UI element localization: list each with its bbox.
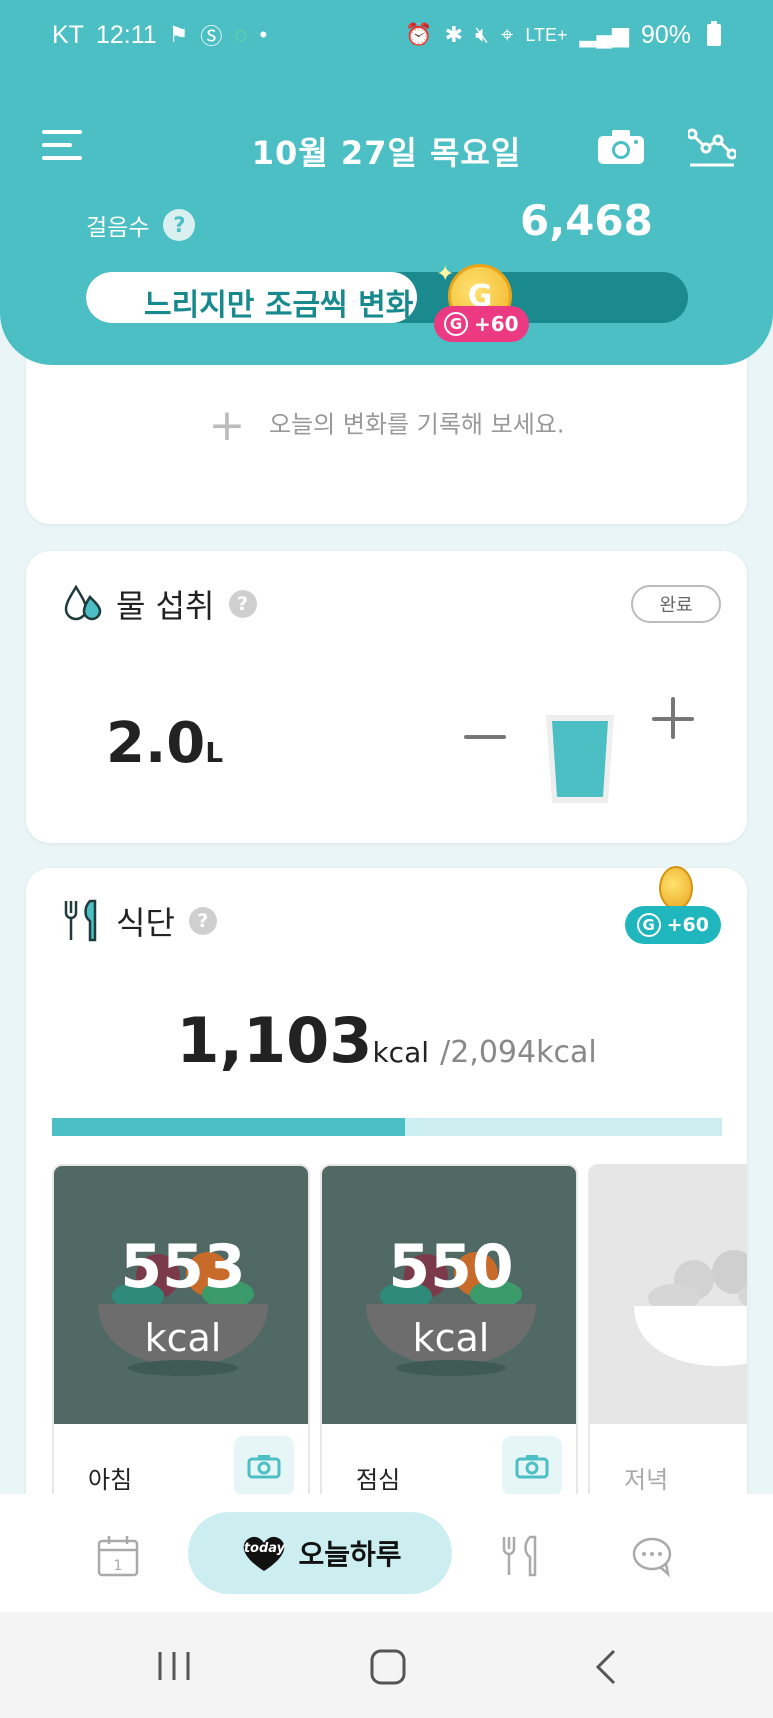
goal-kcal: /2,094kcal <box>440 1035 597 1070</box>
heart-icon: today <box>238 1533 290 1573</box>
meal-photo[interactable]: 553 kcal <box>54 1166 308 1424</box>
meal-title-text: 식단 <box>116 904 175 942</box>
chat-icon[interactable] <box>630 1534 674 1578</box>
meal-card-breakfast[interactable]: 553 kcal 아침 <box>52 1164 310 1548</box>
sparkle-icon: ✦ <box>436 262 455 287</box>
network-label: LTE+ <box>525 24 568 45</box>
recent-apps-button[interactable] <box>154 1648 194 1684</box>
meal-camera-button[interactable] <box>502 1436 562 1496</box>
camera-icon <box>247 1455 281 1479</box>
water-done-button[interactable]: 완료 <box>631 585 721 623</box>
reward-badge[interactable]: G +60 <box>434 306 529 342</box>
carrier-label: KT <box>52 20 84 49</box>
meal-card: 식단 ? G +60 1,103kcal /2,094kcal 553 kcal… <box>26 866 747 1548</box>
diary-prompt[interactable]: + 오늘의 변화를 기록해 보세요. <box>26 400 747 451</box>
camera-icon <box>515 1455 549 1479</box>
meal-help-icon[interactable]: ? <box>188 907 217 935</box>
diary-prompt-text: 오늘의 변화를 기록해 보세요. <box>269 410 565 439</box>
home-button[interactable] <box>368 1648 408 1686</box>
status-bar: KT 12:11 ⚑ Ⓢ ◌ • ⏰ ✱ 🔇︎ ⌖ LTE+ ▂▄▆ 90% <box>0 0 773 70</box>
meal-list: 553 kcal 아침 550 kcal 점심 저녁 <box>52 1164 747 1548</box>
water-cup-icon[interactable] <box>544 713 616 805</box>
kcal-progress-bar <box>52 1118 722 1136</box>
water-title-text: 물 섭취 <box>116 587 215 625</box>
meal-kcal-unit: kcal <box>412 1316 490 1360</box>
water-increase-button[interactable] <box>652 697 696 741</box>
clock: 12:11 <box>95 20 157 49</box>
water-help-icon[interactable]: ? <box>228 590 257 618</box>
meal-camera-button[interactable] <box>234 1436 294 1496</box>
goal-text: 느리지만 조금씩 변화 <box>144 288 414 323</box>
meal-photo[interactable]: 550 kcal <box>322 1166 576 1424</box>
water-decrease-button[interactable] <box>464 715 510 761</box>
fork-knife-icon <box>64 899 97 942</box>
meal-title: 식단 ? <box>62 898 217 944</box>
back-button[interactable] <box>592 1648 622 1686</box>
goal-progress-bar: 느리지만 조금씩 변화 <box>86 272 688 323</box>
tab-today-label: 오늘하루 <box>298 1538 402 1571</box>
calendar-day: 1 <box>114 1558 123 1574</box>
bottom-nav: 1 today 오늘하루 <box>0 1494 773 1612</box>
steps-count: 6,468 <box>520 196 653 245</box>
mute-icon: 🔇︎ <box>475 22 489 47</box>
meal-card-dinner[interactable]: 저녁 <box>588 1164 747 1548</box>
meal-card-lunch[interactable]: 550 kcal 점심 <box>320 1164 578 1548</box>
battery-icon <box>707 21 721 46</box>
steps-help-icon[interactable]: ? <box>163 209 196 241</box>
more-dot-icon: • <box>259 22 268 47</box>
water-amount: 2.0L <box>106 711 223 776</box>
coin-icon <box>659 866 693 910</box>
steps-label: 걸음수 ? <box>86 208 196 242</box>
kcal-summary: 1,103kcal /2,094kcal <box>26 1004 747 1077</box>
meal-reward-amount: +60 <box>666 914 709 936</box>
sync-icon: ◌ <box>234 22 248 47</box>
fork-knife-icon[interactable] <box>498 1534 542 1578</box>
header: KT 12:11 ⚑ Ⓢ ◌ • ⏰ ✱ 🔇︎ ⌖ LTE+ ▂▄▆ 90% 1… <box>0 0 773 365</box>
empty-bowl-icon <box>634 1250 747 1366</box>
today-badge: today <box>243 1541 286 1556</box>
add-icon: + <box>208 400 246 451</box>
water-amount-value: 2.0 <box>106 711 206 776</box>
location-icon: ⌖ <box>500 22 514 47</box>
alarm-icon: ⏰ <box>405 22 433 47</box>
steps-label-text: 걸음수 <box>86 215 150 241</box>
graph-icon[interactable] <box>688 128 736 168</box>
tab-today[interactable]: today 오늘하루 <box>188 1512 452 1594</box>
g-point-icon: G <box>444 312 468 336</box>
eaten-kcal-unit: kcal <box>372 1036 429 1069</box>
battery-percent: 90% <box>640 20 691 49</box>
g-point-icon: G <box>636 913 661 937</box>
eaten-kcal: 1,103 <box>176 1004 373 1077</box>
meal-photo-placeholder[interactable] <box>590 1166 747 1424</box>
water-amount-unit: L <box>205 736 224 769</box>
water-title: 물 섭취 ? <box>62 581 257 627</box>
calendar-icon[interactable]: 1 <box>96 1534 140 1578</box>
camera-button[interactable] <box>596 128 646 166</box>
kcal-progress-fill <box>52 1118 406 1136</box>
meal-label: 점심 <box>356 1466 401 1494</box>
page-title: 10월 27일 목요일 <box>251 134 522 172</box>
signal-icon: ▂▄▆ <box>579 22 629 47</box>
meal-kcal: 553 <box>120 1232 246 1302</box>
meal-kcal-unit: kcal <box>144 1316 222 1360</box>
s-app-icon: Ⓢ <box>200 24 223 49</box>
water-drop-icon <box>64 584 102 621</box>
meal-label: 아침 <box>88 1466 133 1494</box>
meal-label: 저녁 <box>624 1466 669 1494</box>
bluetooth-icon: ✱ <box>444 22 464 47</box>
water-card: 물 섭취 ? 완료 2.0L <box>26 551 747 843</box>
meal-kcal: 550 <box>388 1232 514 1302</box>
meal-reward-badge[interactable]: G +60 <box>624 906 721 944</box>
notification-icon: ⚑ <box>168 22 189 47</box>
reward-amount: +60 <box>474 312 519 336</box>
system-nav-bar <box>0 1612 773 1718</box>
